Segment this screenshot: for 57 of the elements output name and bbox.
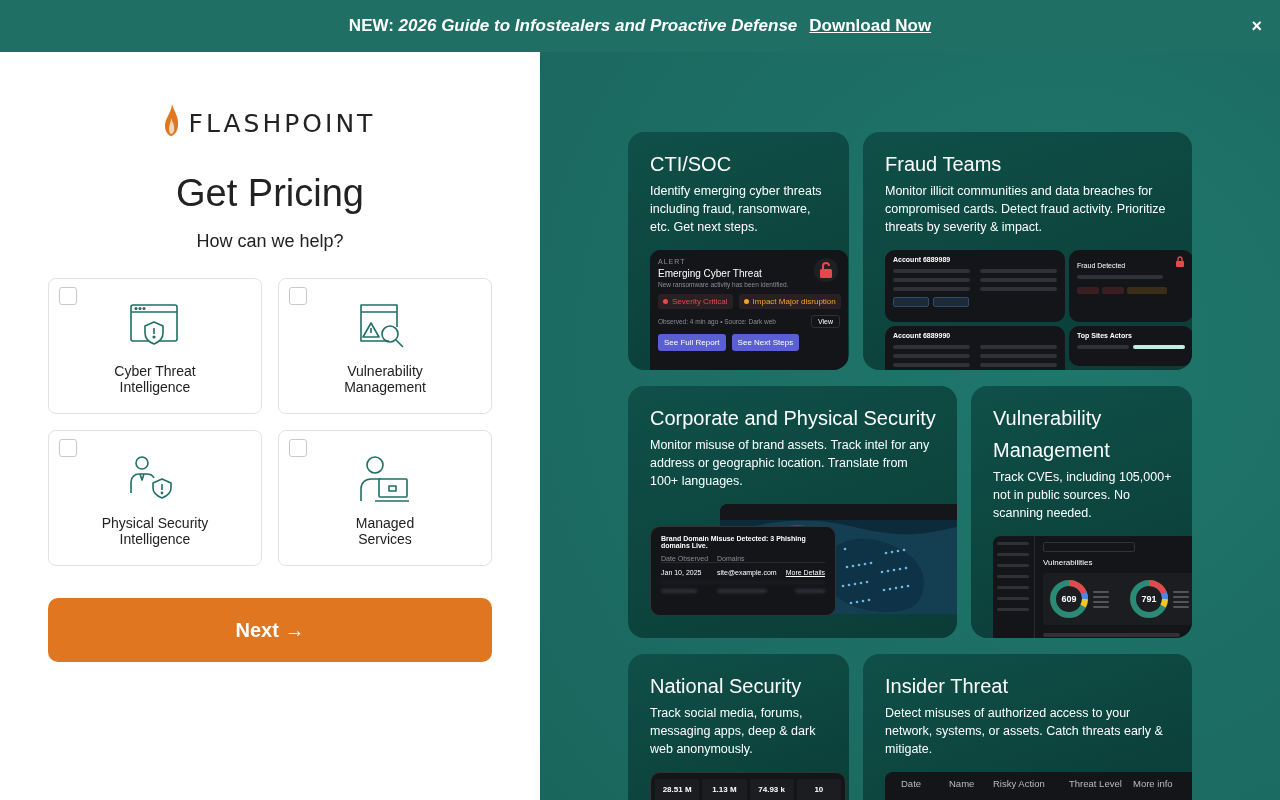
stat-value: 74.93 k bbox=[758, 785, 785, 796]
page-heading: Get Pricing bbox=[176, 172, 364, 215]
tag-text: Impact Major disruption bbox=[752, 297, 836, 306]
card-description: Monitor illicit communities and data breaches for compromised cards. Detect fraud activity. Prioritize threats by severity & impact. bbox=[885, 183, 1167, 236]
page-title: Vulnerabilities bbox=[1043, 558, 1094, 567]
lock-icon bbox=[1175, 256, 1185, 268]
card-description: Identify emerging cyber threats including fraud, ransomware, etc. Get next steps. bbox=[650, 183, 823, 236]
lock-icon bbox=[814, 258, 838, 282]
severity-chip bbox=[1077, 287, 1099, 294]
stat-value: 28.51 M bbox=[662, 785, 692, 796]
column-header: Threat Level bbox=[1069, 778, 1123, 791]
alert-title: Emerging Cyber Threat bbox=[658, 268, 763, 279]
card-title: Vulnerability Management bbox=[993, 406, 1111, 463]
person-laptop-icon bbox=[359, 455, 411, 503]
card-description: Track CVEs, including 105,000+ not in public sources. No scanning needed. bbox=[993, 469, 1173, 522]
option-card[interactable]: Physical Security Intelligence bbox=[48, 430, 262, 566]
checkbox[interactable] bbox=[59, 287, 77, 305]
card-title: Insider Threat bbox=[885, 674, 1010, 699]
download-link[interactable]: Download Now bbox=[809, 16, 932, 36]
column-header: Date bbox=[901, 778, 923, 791]
option-card[interactable]: Cyber Threat Intelligence bbox=[48, 278, 262, 414]
option-card[interactable]: Managed Services bbox=[278, 430, 492, 566]
tag-text: Severity Critical bbox=[672, 297, 728, 306]
card-title: Fraud Teams bbox=[885, 152, 1003, 177]
card-description: Detect misuses of authorized access to your network, systems, or assets. Catch threats early & mitigate. bbox=[885, 705, 1164, 758]
checkbox[interactable] bbox=[289, 287, 307, 305]
card-title: CTI/SOC bbox=[650, 152, 733, 177]
field-chip bbox=[933, 297, 969, 307]
option-label: Managed Services bbox=[354, 515, 416, 547]
stat-value: 10 bbox=[814, 785, 824, 796]
logo-text: FLASHPOINT bbox=[188, 108, 376, 138]
card-title: National Security bbox=[650, 674, 803, 699]
severity-chip bbox=[1102, 287, 1124, 294]
close-button[interactable]: × bbox=[1247, 14, 1266, 39]
card-description: Track social media, forums, messaging apps, deep & dark web anonymously. bbox=[650, 705, 817, 758]
donut-value: 791 bbox=[1141, 594, 1157, 604]
action-button[interactable]: See Next Steps bbox=[731, 334, 800, 351]
donut-value: 609 bbox=[1061, 594, 1077, 604]
action-button[interactable]: See Full Report bbox=[658, 334, 726, 351]
stat-value: 1.13 M bbox=[712, 785, 737, 796]
option-label: Physical Security Intelligence bbox=[100, 515, 210, 547]
field-chip bbox=[893, 297, 929, 307]
banner-text: NEW: 2026 Guide to Infostealers and Proactive Defense bbox=[348, 16, 798, 36]
severity-chip bbox=[1127, 287, 1167, 294]
column-header: More info bbox=[1133, 778, 1174, 791]
column-header: Name bbox=[949, 778, 976, 791]
option-label: Vulnerability Management bbox=[343, 363, 427, 395]
checkbox[interactable] bbox=[59, 439, 77, 457]
card-description: Monitor misuse of brand assets. Track intel for any address or geographic location. Translate from 100+ languages. bbox=[650, 437, 931, 490]
column-header: Risky Action bbox=[993, 778, 1046, 791]
donut-chart-icon bbox=[1129, 579, 1169, 619]
page-subheading: How can we help? bbox=[196, 231, 344, 252]
card-title: Corporate and Physical Security bbox=[650, 406, 937, 431]
option-label: Cyber Threat Intelligence bbox=[113, 363, 197, 395]
option-card[interactable]: Vulnerability Management bbox=[278, 278, 492, 414]
donut-chart-icon bbox=[1049, 579, 1089, 619]
checkbox[interactable] bbox=[289, 439, 307, 457]
